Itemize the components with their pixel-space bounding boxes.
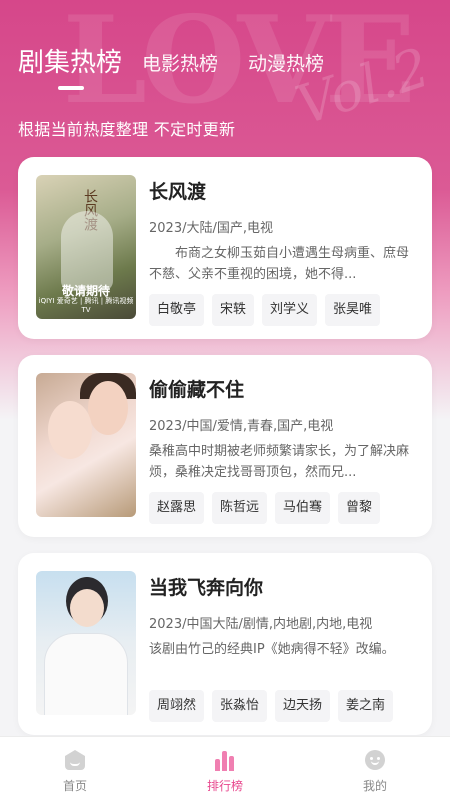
nav-home[interactable]: 首页 [0,737,150,800]
card-info: 当我飞奔向你 2023/中国大陆/剧情,内地剧,内地,电视 该剧由竹己的经典IP… [149,573,413,722]
cast-chip[interactable]: 刘学义 [262,294,318,326]
ranking-card[interactable]: 偷偷藏不住 2023/中国/爱情,青春,国产,电视 桑稚高中时期被老师频繁请家长… [18,355,432,537]
card-info: 长风渡 2023/大陆/国产,电视 布商之女柳玉茹自小遭遇生母病重、庶母不慈、父… [149,177,413,326]
cast-chip[interactable]: 马伯骞 [275,492,331,524]
show-title: 偷偷藏不住 [149,379,245,401]
card-info: 偷偷藏不住 2023/中国/爱情,青春,国产,电视 桑稚高中时期被老师频繁请家长… [149,375,413,524]
cast-chip[interactable]: 曾黎 [338,492,381,524]
ranking-card[interactable]: 长风渡 敬请期待 iQIYI 爱奇艺 | 腾讯 | 腾讯视频TV 长风渡 202… [18,157,432,339]
user-icon [364,749,386,771]
show-title: 当我飞奔向你 [149,577,264,599]
cast-list: 赵露思 陈哲远 马伯骞 曾黎 [149,492,413,524]
cast-chip[interactable]: 张昊唯 [325,294,381,326]
nav-label: 我的 [362,779,387,793]
ranking-card[interactable]: 当我飞奔向你 2023/中国大陆/剧情,内地剧,内地,电视 该剧由竹己的经典IP… [18,553,432,735]
poster-figure-face [48,401,92,459]
show-description: 桑稚高中时期被老师频繁请家长，为了解决麻烦，桑稚决定找哥哥顶包，然而兄... [149,444,410,480]
category-tabs: 剧集热榜 电影热榜 动漫热榜 [18,42,324,90]
active-tab-indicator [58,86,84,90]
nav-label: 首页 [62,779,87,793]
cast-chip[interactable]: 陈哲远 [212,492,268,524]
show-title: 长风渡 [149,181,207,203]
cast-chip[interactable]: 姜之南 [338,690,394,722]
nav-label: 排行榜 [206,779,243,793]
show-meta: 2023/大陆/国产,电视 [149,221,273,236]
cast-chip[interactable]: 宋轶 [212,294,255,326]
poster-image [36,571,136,715]
tab-movie-ranking[interactable]: 电影热榜 [142,49,218,79]
poster-figure-face [70,589,104,627]
home-icon [64,749,86,771]
cast-chip[interactable]: 白敬亭 [149,294,205,326]
cast-chip[interactable]: 周翊然 [149,690,205,722]
poster-brand-logos: iQIYI 爱奇艺 | 腾讯 | 腾讯视频TV [38,297,134,314]
ranking-icon [214,749,236,771]
show-meta: 2023/中国大陆/剧情,内地剧,内地,电视 [149,617,373,632]
show-description: 布商之女柳玉茹自小遭遇生母病重、庶母不慈、父亲不重视的困境，她不得... [149,246,410,282]
bottom-navigation: 首页 排行榜 我的 [0,736,450,800]
cast-list: 周翊然 张淼怡 边天扬 姜之南 [149,690,413,722]
show-description: 该剧由竹己的经典IP《她病得不轻》改编。 [149,642,395,657]
tab-anime-ranking[interactable]: 动漫热榜 [248,49,324,79]
poster-figures [61,211,113,291]
poster-figure-shirt [44,633,128,715]
nav-ranking[interactable]: 排行榜 [150,737,300,800]
cast-list: 白敬亭 宋轶 刘学义 张昊唯 [149,294,413,326]
cast-chip[interactable]: 赵露思 [149,492,205,524]
poster-figure-face [88,381,128,435]
poster-image: 长风渡 敬请期待 iQIYI 爱奇艺 | 腾讯 | 腾讯视频TV [36,175,136,319]
cast-chip[interactable]: 边天扬 [275,690,331,722]
tab-label: 剧集热榜 [18,48,123,78]
ranking-subtitle: 根据当前热度整理 不定时更新 [18,120,236,139]
tab-series-ranking[interactable]: 剧集热榜 [18,42,123,90]
poster-image [36,373,136,517]
show-meta: 2023/中国/爱情,青春,国产,电视 [149,419,334,434]
cast-chip[interactable]: 张淼怡 [212,690,268,722]
nav-mine[interactable]: 我的 [300,737,450,800]
